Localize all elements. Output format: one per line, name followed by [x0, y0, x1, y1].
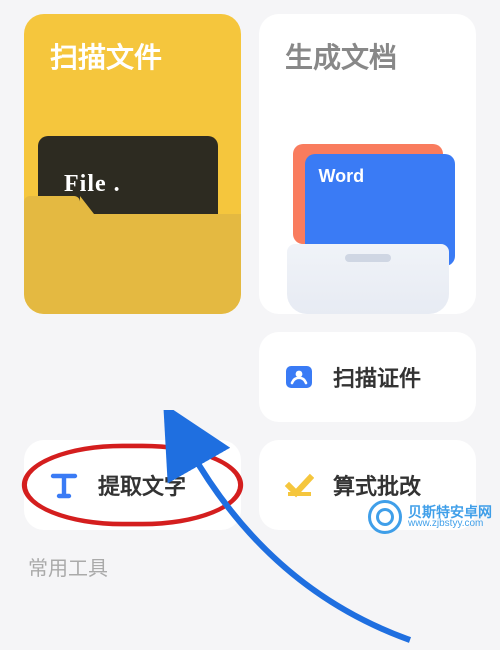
watermark: 贝斯特安卓网 www.zjbstyy.com [368, 500, 492, 534]
tools-section-title: 常用工具 [0, 530, 500, 581]
watermark-icon [368, 500, 402, 534]
word-label: Word [319, 166, 365, 186]
watermark-url: www.zjbstyy.com [408, 519, 492, 529]
tray [287, 244, 449, 314]
scan-id-label: 扫描证件 [333, 361, 421, 393]
generate-doc-title: 生成文档 [285, 36, 397, 76]
folder-front [24, 214, 241, 314]
check-icon [281, 470, 317, 500]
file-label: File . [64, 171, 121, 198]
scan-file-card[interactable]: 扫描文件 File . [24, 14, 241, 314]
generate-doc-card[interactable]: 生成文档 Word [259, 14, 476, 314]
scan-id-card[interactable]: 扫描证件 [259, 332, 476, 422]
extract-text-card[interactable]: 提取文字 [24, 440, 241, 530]
watermark-name: 贝斯特安卓网 [408, 505, 492, 519]
formula-check-label: 算式批改 [333, 469, 421, 501]
id-card-icon [281, 361, 317, 393]
extract-text-label: 提取文字 [98, 469, 186, 501]
text-icon [46, 470, 82, 500]
scan-file-title: 扫描文件 [50, 36, 162, 76]
